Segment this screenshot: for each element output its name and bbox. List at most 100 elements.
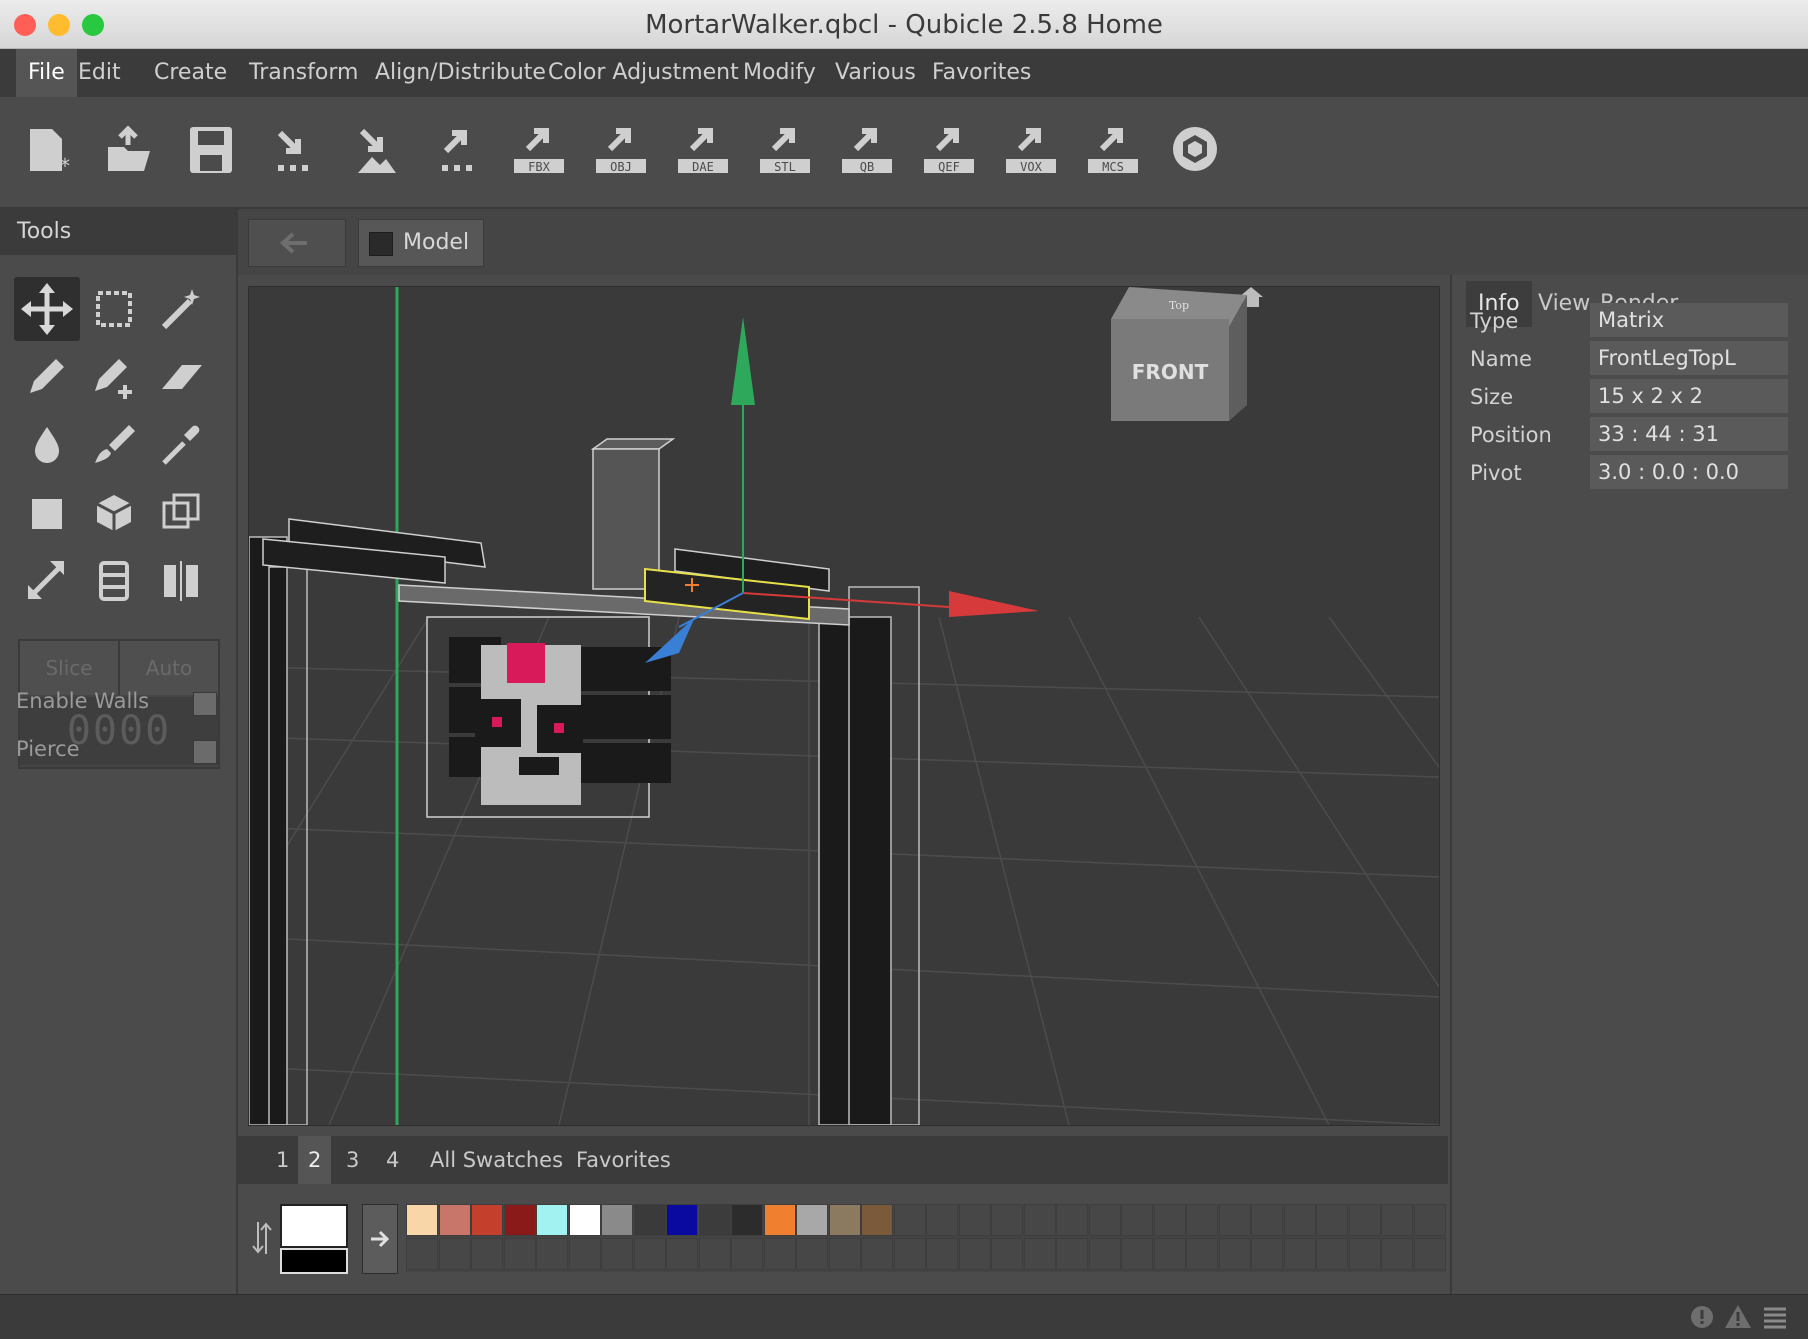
x-axis-arrow[interactable] [949,591,1039,617]
box-select-tool[interactable] [81,277,147,341]
color-swatch[interactable] [568,1204,601,1236]
back-button[interactable] [248,219,346,267]
empty-swatch[interactable] [1153,1204,1186,1236]
empty-swatch[interactable] [1121,1238,1153,1270]
empty-swatch[interactable] [763,1238,796,1270]
name-field[interactable]: FrontLegTopL [1590,341,1788,375]
palette-tab-3[interactable]: 3 [336,1136,369,1184]
type-field[interactable]: Matrix [1590,303,1788,337]
y-axis-arrow[interactable] [731,317,755,405]
color-swatch[interactable] [796,1204,828,1236]
empty-swatch[interactable] [1348,1204,1381,1236]
empty-swatch[interactable] [1056,1238,1088,1270]
export-dae-button[interactable]: DAE [674,119,732,179]
palette-tab-favorites[interactable]: Favorites [566,1136,681,1184]
menu-color-adjustment[interactable]: Color Adjustment [536,49,751,97]
brush-tool[interactable] [81,413,147,477]
slice-button[interactable]: Slice [20,641,120,695]
pencil-tool[interactable] [14,345,80,409]
empty-swatch[interactable] [1218,1204,1251,1236]
pierce-checkbox[interactable] [193,740,217,764]
export-fbx-button[interactable]: FBX [510,119,568,179]
pivot-field[interactable]: 3.0 : 0.0 : 0.0 [1590,455,1788,489]
color-swatch[interactable] [666,1204,698,1236]
info-alert-icon[interactable] [1690,1305,1714,1329]
empty-swatch[interactable] [991,1204,1023,1236]
color-swatch[interactable] [471,1204,503,1236]
empty-swatch[interactable] [796,1238,828,1270]
mirror-tool[interactable] [148,549,214,613]
cube-store-button[interactable] [1166,119,1224,179]
color-swatch[interactable] [438,1204,471,1236]
empty-swatch[interactable] [1023,1238,1056,1270]
empty-swatch[interactable] [406,1238,438,1270]
color-swatch[interactable] [731,1204,763,1236]
empty-swatch[interactable] [666,1238,698,1270]
export-button[interactable] [428,119,486,179]
empty-swatch[interactable] [1056,1204,1088,1236]
color-swatch[interactable] [536,1204,568,1236]
eraser-tool[interactable] [148,345,214,409]
import-image-button[interactable] [346,119,404,179]
empty-swatch[interactable] [958,1204,991,1236]
empty-swatch[interactable] [1186,1204,1218,1236]
empty-swatch[interactable] [1413,1204,1446,1236]
empty-swatch[interactable] [893,1238,926,1270]
export-obj-button[interactable]: OBJ [592,119,650,179]
menu-favorites[interactable]: Favorites [920,49,1043,97]
empty-swatch[interactable] [698,1238,731,1270]
empty-swatch[interactable] [1153,1238,1186,1270]
empty-swatch[interactable] [991,1238,1023,1270]
export-vox-button[interactable]: VOX [1002,119,1060,179]
empty-swatch[interactable] [1088,1238,1121,1270]
palette-tab-4[interactable]: 4 [376,1136,409,1184]
empty-swatch[interactable] [861,1238,893,1270]
palette-tab-2[interactable]: 2 [298,1136,332,1184]
new-file-button[interactable]: * [20,119,78,179]
color-swatch[interactable] [601,1204,633,1236]
empty-swatch[interactable] [601,1238,633,1270]
export-stl-button[interactable]: STL [756,119,814,179]
empty-swatch[interactable] [1218,1238,1251,1270]
wire-cube-tool[interactable] [148,481,214,545]
navigation-cube[interactable]: FRONT Top [1111,287,1247,421]
export-qef-button[interactable]: QEF [920,119,978,179]
empty-swatch[interactable] [1381,1238,1413,1270]
empty-swatch[interactable] [1088,1204,1121,1236]
import-button[interactable] [264,119,322,179]
background-color[interactable] [280,1248,348,1274]
empty-swatch[interactable] [1316,1204,1348,1236]
empty-swatch[interactable] [1251,1238,1283,1270]
open-file-button[interactable] [100,119,158,179]
empty-swatch[interactable] [828,1238,861,1270]
empty-swatch[interactable] [1186,1238,1218,1270]
empty-swatch[interactable] [1283,1204,1316,1236]
empty-swatch[interactable] [1251,1204,1283,1236]
menu-edit[interactable]: Edit [66,49,133,97]
enable-walls-checkbox[interactable] [193,692,217,716]
save-file-button[interactable] [182,119,240,179]
foreground-color[interactable] [280,1204,348,1248]
cube-tool[interactable] [81,481,147,545]
empty-swatch[interactable] [471,1238,503,1270]
empty-swatch[interactable] [438,1238,471,1270]
menu-transform[interactable]: Transform [237,49,370,97]
empty-swatch[interactable] [1413,1238,1446,1270]
color-swatch[interactable] [698,1204,731,1236]
color-swatch[interactable] [861,1204,893,1236]
color-swatch[interactable] [633,1204,666,1236]
menu-modify[interactable]: Modify [731,49,828,97]
empty-swatch[interactable] [1121,1204,1153,1236]
empty-swatch[interactable] [568,1238,601,1270]
empty-swatch[interactable] [926,1238,958,1270]
palette-tab-1[interactable]: 1 [266,1136,299,1184]
empty-swatch[interactable] [536,1238,568,1270]
swap-colors-icon[interactable] [252,1218,272,1258]
color-swatch[interactable] [828,1204,861,1236]
scale-tool[interactable] [14,549,80,613]
size-field[interactable]: 15 x 2 x 2 [1590,379,1788,413]
empty-swatch[interactable] [503,1238,536,1270]
color-swatch[interactable] [763,1204,796,1236]
3d-viewport[interactable]: FRONT Top [248,286,1440,1126]
menu-align-distribute[interactable]: Align/Distribute [363,49,558,97]
